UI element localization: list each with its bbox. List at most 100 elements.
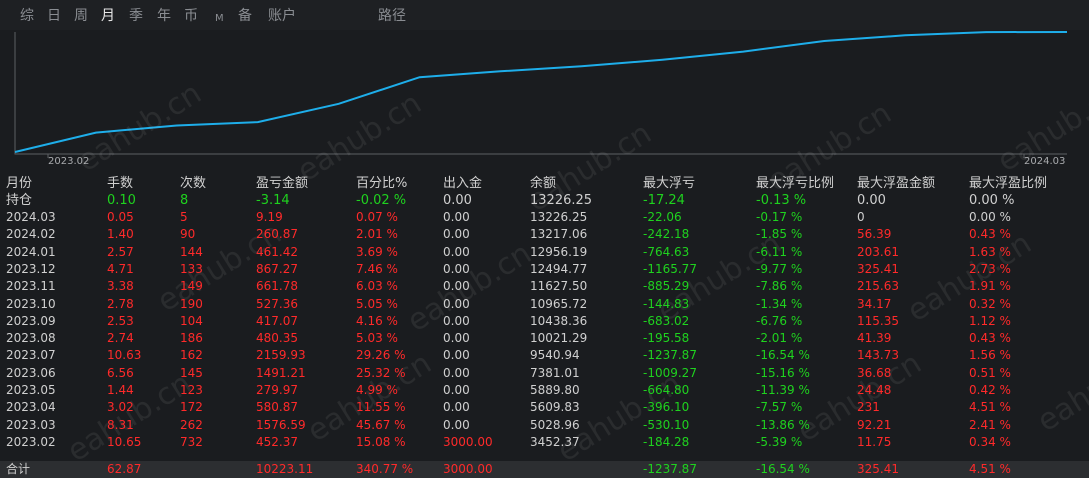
cell-百分比%: 25.32 % — [356, 365, 406, 382]
cell-百分比%: 45.67 % — [356, 417, 406, 434]
cell-最大浮亏比例: -11.39 % — [756, 382, 810, 399]
cell-月份: 2023.05 — [6, 382, 56, 399]
column-header[interactable]: 百分比% — [356, 175, 407, 192]
tab-7[interactable]: M — [215, 10, 224, 28]
cell-百分比%: 29.26 % — [356, 347, 406, 364]
table-row: 2023.0710.631622159.9329.26 %0.009540.94… — [0, 347, 1089, 364]
table-row: 2024.012.57144461.423.69 %0.0012956.19-7… — [0, 244, 1089, 261]
cell-百分比%: 5.03 % — [356, 330, 398, 347]
cell-百分比%: 5.05 % — [356, 296, 398, 313]
cell-百分比%: 6.03 % — [356, 278, 398, 295]
cell-最大浮亏: -144.83 — [643, 296, 689, 313]
cell-次数: 133 — [180, 261, 203, 278]
balance-chart-svg — [0, 30, 1089, 170]
column-header[interactable]: 盈亏金额 — [256, 175, 308, 192]
cell-次数: 8 — [180, 192, 188, 209]
cell-盈亏金额: 1491.21 — [256, 365, 306, 382]
cell-最大浮亏比例: -0.17 % — [756, 209, 802, 226]
table-row: 2024.021.4090260.872.01 %0.0013217.06-24… — [0, 226, 1089, 243]
cell-次数: 5 — [180, 209, 188, 226]
cell-最大浮亏比例: -9.77 % — [756, 261, 802, 278]
column-header[interactable]: 次数 — [180, 175, 206, 192]
tab-2[interactable]: 周 — [74, 7, 88, 25]
scrollbar[interactable] — [1079, 30, 1089, 477]
cell-次数: 172 — [180, 399, 203, 416]
cell-最大浮盈金额: 11.75 — [857, 434, 891, 451]
cell-最大浮亏: -683.02 — [643, 313, 689, 330]
cell-余额: 12956.19 — [530, 244, 587, 261]
cell-出入金: 0.00 — [443, 244, 470, 261]
column-header[interactable]: 最大浮盈比例 — [969, 175, 1047, 192]
cell-最大浮盈比例: 0.43 % — [969, 226, 1011, 243]
cell-盈亏金额: 661.78 — [256, 278, 298, 295]
cell-余额: 5889.80 — [530, 382, 580, 399]
column-header[interactable]: 最大浮盈金额 — [857, 175, 935, 192]
cell-最大浮亏: -885.29 — [643, 278, 689, 295]
cell-盈亏金额: 580.87 — [256, 399, 298, 416]
cell-最大浮盈金额: 231 — [857, 399, 880, 416]
cell-手数: 2.78 — [107, 296, 134, 313]
cell-手数: 2.57 — [107, 244, 134, 261]
cell-百分比%: 11.55 % — [356, 399, 406, 416]
cell-余额: 9540.94 — [530, 347, 580, 364]
cell-百分比%: 15.08 % — [356, 434, 406, 451]
cell-最大浮盈比例: 0.32 % — [969, 296, 1011, 313]
cell-最大浮亏比例: -16.54 % — [756, 347, 810, 364]
cell-盈亏金额: 279.97 — [256, 382, 298, 399]
cell-出入金: 0.00 — [443, 296, 470, 313]
column-header[interactable]: 出入金 — [443, 175, 482, 192]
cell-最大浮盈金额: 92.21 — [857, 417, 891, 434]
chart-axes — [15, 32, 1067, 154]
cell-最大浮盈比例: 0.00 % — [969, 192, 1014, 209]
table-row: 2023.124.71133867.277.46 %0.0012494.77-1… — [0, 261, 1089, 278]
cell-出入金: 3000.00 — [443, 434, 493, 451]
cell-手数: 8.31 — [107, 417, 134, 434]
cell-次数: 90 — [180, 226, 195, 243]
chart-start-label: 2023.02 — [48, 156, 89, 167]
tab-5[interactable]: 年 — [157, 7, 171, 25]
table-header: 月份 手数 次数 盈亏金额 百分比% 出入金 余额 最大浮亏 最大浮亏比例 最大浮盈金额 最大浮盈比… — [0, 175, 1089, 192]
cell-最大浮盈比例: 0.34 % — [969, 434, 1011, 451]
tab-10[interactable]: 路径 — [378, 7, 406, 25]
column-header[interactable]: 最大浮亏比例 — [756, 175, 834, 192]
table-row: 2023.113.38149661.786.03 %0.0011627.50-8… — [0, 278, 1089, 295]
column-header[interactable]: 最大浮亏 — [643, 175, 695, 192]
tab-9[interactable]: 账户 — [268, 7, 296, 25]
tab-6[interactable]: 币 — [184, 7, 198, 25]
cell-月份: 2023.11 — [6, 278, 56, 295]
cell-月份: 2024.02 — [6, 226, 56, 243]
cell-百分比%: 4.16 % — [356, 313, 398, 330]
tab-3[interactable]: 月 — [101, 7, 115, 25]
table-row: 2023.051.44123279.974.99 %0.005889.80-66… — [0, 382, 1089, 399]
cell-最大浮亏比例: -0.13 % — [756, 192, 806, 209]
table-row: 2023.038.312621576.5945.67 %0.005028.96-… — [0, 417, 1089, 434]
tab-1[interactable]: 日 — [47, 7, 61, 25]
table-row: 2023.082.74186480.355.03 %0.0010021.29-1… — [0, 330, 1089, 347]
cell-最大浮亏: -17.24 — [643, 192, 685, 209]
cell-手数: 3.02 — [107, 399, 134, 416]
cell-出入金: 0.00 — [443, 192, 472, 209]
cell-最大浮盈金额: 325.41 — [857, 261, 899, 278]
cell-次数: 732 — [180, 434, 203, 451]
cell-出入金: 0.00 — [443, 209, 470, 226]
cell-最大浮盈比例: 0.43 % — [969, 330, 1011, 347]
cell-手数: 2.53 — [107, 313, 134, 330]
tab-0[interactable]: 综 — [20, 7, 34, 25]
cell-最大浮亏比例: -7.57 % — [756, 399, 802, 416]
cell-最大浮亏: -764.63 — [643, 244, 689, 261]
cell-余额: 10965.72 — [530, 296, 587, 313]
cell-手数: 62.87 — [107, 461, 141, 478]
cell-月份: 2023.08 — [6, 330, 56, 347]
cell-月份: 2023.09 — [6, 313, 56, 330]
cell-手数: 10.65 — [107, 434, 141, 451]
tab-8[interactable]: 备 — [238, 7, 252, 25]
column-header[interactable]: 手数 — [107, 175, 133, 192]
column-header[interactable]: 余额 — [530, 175, 556, 192]
cell-出入金: 0.00 — [443, 417, 470, 434]
tab-4[interactable]: 季 — [129, 7, 143, 25]
column-header[interactable]: 月份 — [6, 175, 32, 192]
cell-盈亏金额: 480.35 — [256, 330, 298, 347]
cell-最大浮亏: -530.10 — [643, 417, 689, 434]
cell-手数: 0.10 — [107, 192, 136, 209]
cell-出入金: 0.00 — [443, 347, 470, 364]
